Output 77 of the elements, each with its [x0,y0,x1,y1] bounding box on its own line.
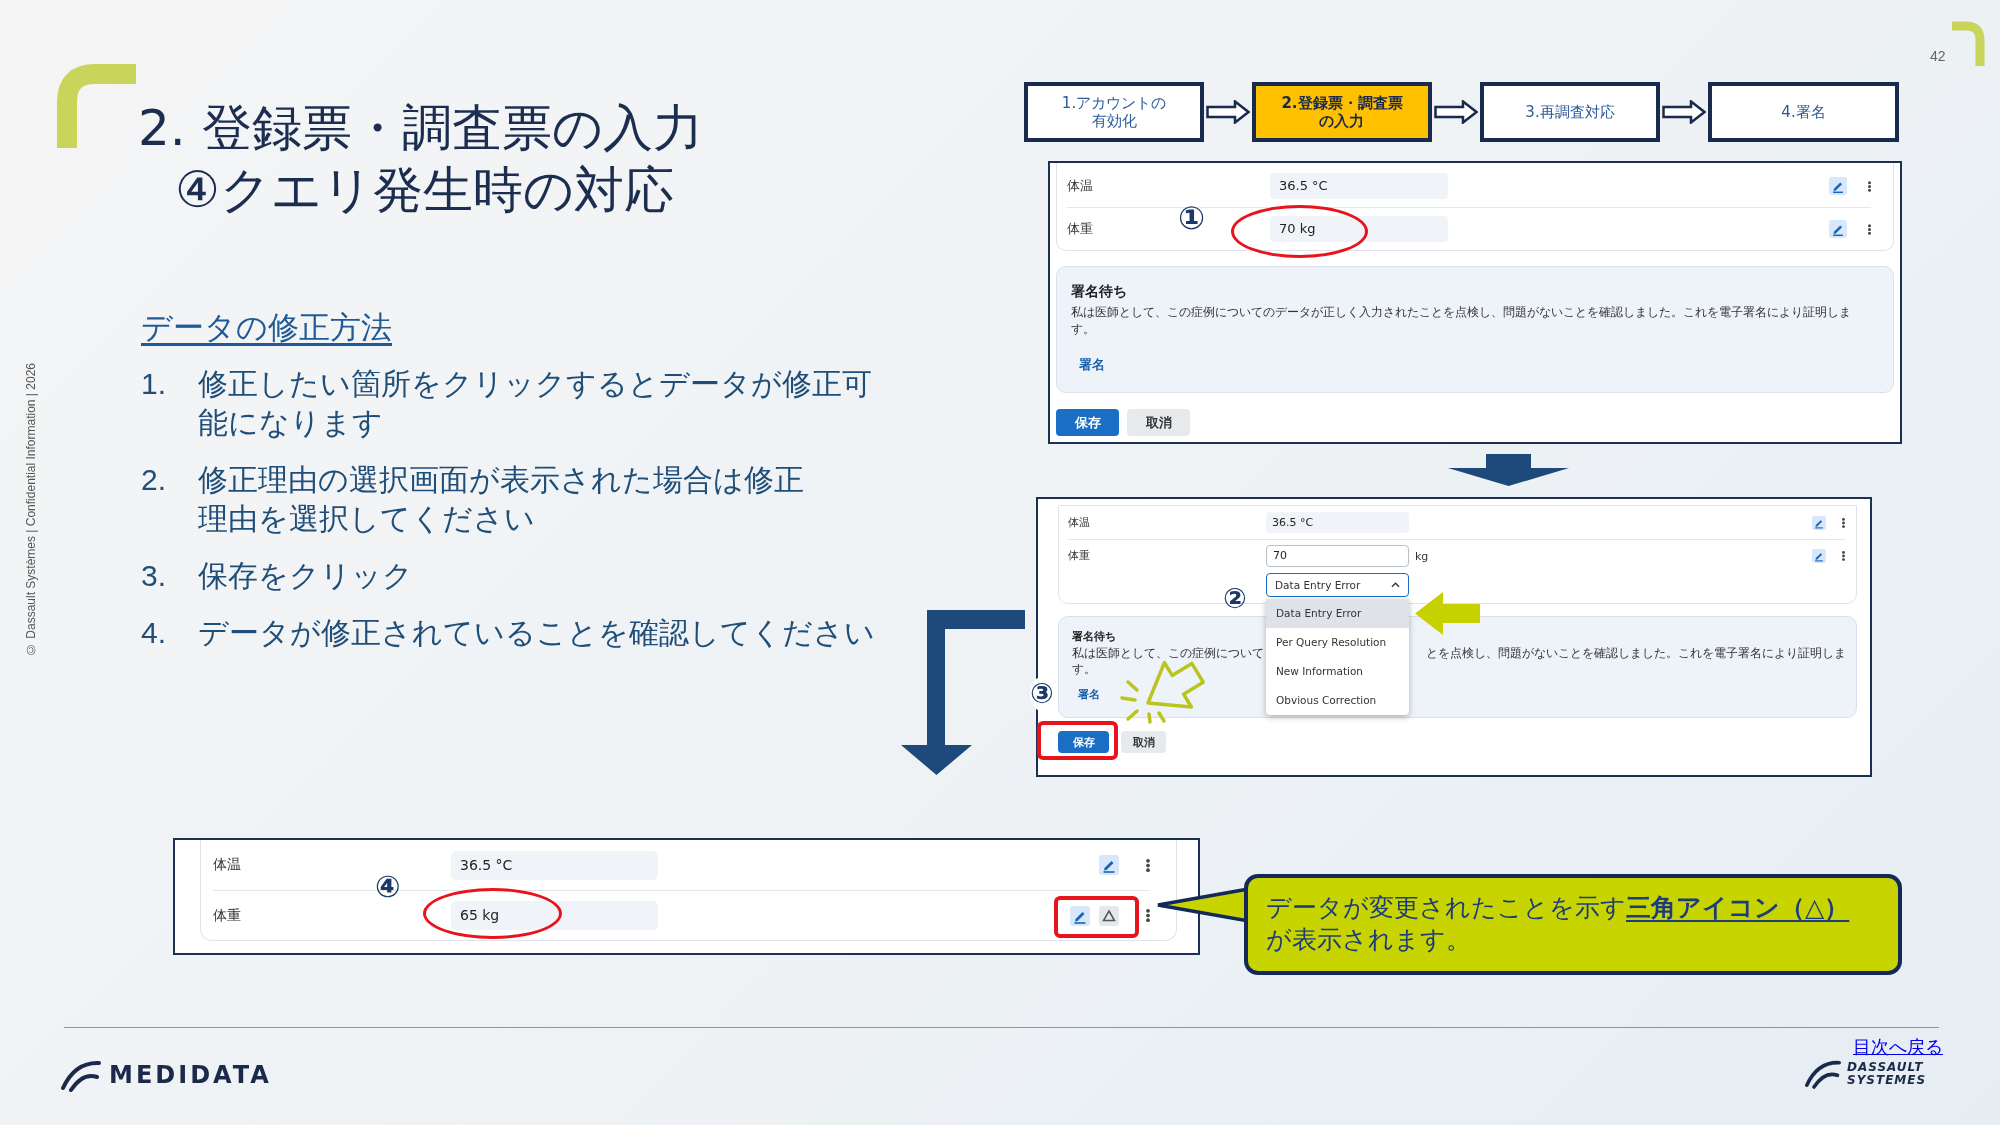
copyright-note: © Dassault Systèmes | Confidential Information | 2026 [24,363,38,657]
step-number-marker: ① [1178,200,1206,236]
more-options-icon[interactable] [1842,517,1845,528]
list-number: 1. [141,366,168,402]
edit-icon[interactable] [1829,220,1847,238]
dropdown-option[interactable]: Per Query Resolution [1266,628,1409,657]
value-field: 36.5 °C [1270,173,1448,199]
left-arrow [1415,592,1480,635]
slide-title: 2. 登録票・調査票の入力 [138,98,703,159]
cancel-button[interactable]: 取消 [1121,731,1166,753]
list-number: 3. [141,558,168,594]
dropdown-option[interactable]: New Information [1266,657,1409,686]
right-arrow-icon [1206,100,1250,124]
logo-mark-icon [1805,1058,1841,1089]
edit-icon[interactable] [1070,905,1090,926]
unit-label: kg [1415,549,1429,563]
list-text: データが修正されていることを確認してください [198,614,875,652]
signature-text: とを点検し、問題がないことを確認しました。これを電子署名により証明しま [1426,645,1846,661]
value-field: 36.5 °C [451,850,658,880]
input-field[interactable]: 70 [1266,545,1409,567]
corner-bracket-icon [55,62,136,150]
sign-link[interactable]: 署名 [1078,687,1100,703]
value-field: 65 kg [451,901,658,930]
step-number-marker: ③ [1030,677,1054,711]
save-button[interactable]: 保存 [1058,731,1109,753]
section-heading: データの修正方法 [141,308,392,347]
process-step: 4.署名 [1708,82,1899,142]
reason-dropdown[interactable]: Data Entry Error [1266,573,1409,597]
more-options-icon[interactable] [1842,551,1845,561]
save-button[interactable]: 保存 [1056,409,1119,436]
field-label: 体重 [1067,220,1094,238]
logo-mark-icon [61,1058,101,1092]
edit-icon[interactable] [1829,177,1847,195]
signature-text: 私は医師として、この症例についてのデータが正しく入力されたことを点検し、問題がないことを確認しました。これを電子署名により証明します。 [1071,304,1852,338]
down-arrow-icon [1448,454,1569,486]
edit-icon[interactable] [1812,549,1826,563]
more-options-icon[interactable] [1868,180,1871,192]
list-number: 4. [141,615,168,651]
signature-text: す。 [1072,661,1096,677]
caret-icon [1391,582,1400,588]
process-step: 1.アカウントの 有効化 [1024,82,1204,142]
field-label: 体温 [213,856,242,874]
field-label: 体重 [1068,548,1091,564]
dropdown-option[interactable]: Data Entry Error [1266,599,1409,628]
signature-heading: 署名待ち [1071,282,1127,300]
process-step: 3.再調査対応 [1480,82,1660,142]
list-number: 2. [141,462,168,498]
cancel-button[interactable]: 取消 [1127,409,1190,436]
sign-link[interactable]: 署名 [1079,356,1105,374]
edit-icon[interactable] [1812,515,1826,530]
more-options-icon[interactable] [1146,909,1150,922]
back-to-contents-link[interactable]: 目次へ戻る [1853,1035,1943,1059]
edit-icon[interactable] [1099,855,1119,875]
right-arrow-icon [1434,100,1478,124]
step-number-marker: ② [1223,582,1247,616]
corner-bracket-icon [1952,20,1986,66]
slide-subtitle: ④クエリ発生時の対応 [174,160,675,221]
brand-name: MEDIDATA [109,1061,272,1089]
process-step: 2.登録票・調査票 の入力 [1252,82,1432,142]
right-arrow-icon [1662,100,1706,124]
value-field: 36.5 °C [1266,512,1409,533]
more-options-icon[interactable] [1868,223,1871,235]
page-number: 42 [1930,48,1946,64]
field-label: 体温 [1068,515,1091,530]
signature-heading: 署名待ち [1072,629,1116,645]
list-text: 修正したい箇所をクリックするとデータが修正可 能になります [198,365,872,442]
list-text: 保存をクリック [198,557,413,595]
field-label: 体重 [213,906,242,925]
callout-text: データが変更されたことを示す三角アイコン（△） が表示されます。 [1266,892,1851,956]
brand-name: DASSAULT SYSTEMES [1847,1060,1927,1087]
signature-text: 私は医師として、この症例について [1072,645,1264,661]
field-label: 体温 [1067,177,1094,195]
dropdown-option[interactable]: Obvious Correction [1266,686,1409,715]
step-number-marker: ④ [375,870,401,904]
list-text: 修正理由の選択画面が表示された場合は修正 理由を選択してください [198,461,804,538]
more-options-icon[interactable] [1146,858,1150,872]
value-field: 70 kg [1270,216,1448,242]
